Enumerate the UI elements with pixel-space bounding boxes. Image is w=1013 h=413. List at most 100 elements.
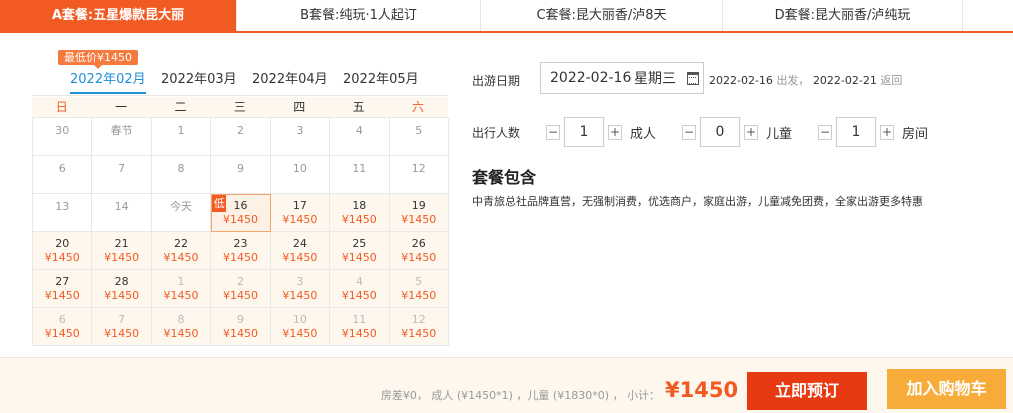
calendar-day-number: 20 — [55, 237, 70, 250]
package-tabs: A套餐:五星爆款昆大丽 B套餐:纯玩·1人起订 C套餐:昆大丽香/泸8天 D套餐… — [0, 0, 1013, 33]
calendar-day-price: ¥1450 — [401, 327, 437, 340]
calendar-day[interactable]: 19 ¥1450 — [389, 194, 449, 232]
calendar-day-price: ¥1450 — [163, 251, 199, 264]
calendar-day-price: ¥1450 — [222, 213, 258, 226]
calendar-day-number: 26 — [411, 237, 426, 250]
month-tab-may[interactable]: 2022年05月 — [343, 68, 419, 94]
calendar-day-price: ¥1450 — [44, 289, 80, 302]
room-stepper: − 1 + 房间 — [818, 117, 928, 147]
tab-package-d[interactable]: D套餐:昆大丽香/泸纯玩 — [723, 0, 963, 31]
calendar-day-number: 12 — [411, 313, 426, 326]
calendar-day[interactable]: 27 ¥1450 — [33, 270, 93, 308]
total-price: ¥1450 — [665, 378, 739, 402]
calendar-day[interactable]: 21 ¥1450 — [92, 232, 152, 270]
calendar-day: 5 — [389, 118, 449, 156]
departure-weekday: 星期三 — [634, 71, 676, 87]
weekday-label: 五 — [352, 100, 365, 114]
weekday-label: 二 — [174, 100, 187, 114]
package-includes-title: 套餐包含 — [472, 168, 537, 187]
adult-count-input[interactable]: 1 — [564, 117, 604, 147]
calendar-day-number: 22 — [174, 237, 189, 250]
calendar-day: 春节 — [92, 118, 152, 156]
calendar-day[interactable]: 18 ¥1450 — [330, 194, 390, 232]
tab-package-b[interactable]: B套餐:纯玩·1人起订 — [237, 0, 481, 31]
calendar-day-number: 1 — [177, 275, 185, 288]
child-count-input[interactable]: 0 — [700, 117, 740, 147]
calendar-day[interactable]: 25 ¥1450 — [330, 232, 390, 270]
weekday-label: 三 — [233, 100, 246, 114]
child-stepper: − 0 + 儿童 — [682, 117, 792, 147]
calendar-day[interactable]: 20 ¥1450 — [33, 232, 93, 270]
child-plus-button[interactable]: + — [744, 124, 758, 140]
adult-stepper: − 1 + 成人 — [546, 117, 656, 147]
calendar-day-number: 5 — [415, 124, 423, 137]
calendar-day[interactable]: 6 ¥1450 — [33, 308, 93, 346]
calendar-day[interactable]: 26 ¥1450 — [389, 232, 449, 270]
room-count-input[interactable]: 1 — [836, 117, 876, 147]
calendar-day-number: 10 — [292, 313, 307, 326]
calendar-day[interactable]: 2 ¥1450 — [211, 270, 271, 308]
calendar-day-number: 8 — [177, 313, 185, 326]
weekday-label: 四 — [293, 100, 306, 114]
calendar-day[interactable]: 7 ¥1450 — [92, 308, 152, 346]
calendar-day-price: ¥1450 — [104, 327, 140, 340]
calendar-day[interactable]: 11 ¥1450 — [330, 308, 390, 346]
calendar-day[interactable]: 23 ¥1450 — [211, 232, 271, 270]
month-tab-apr[interactable]: 2022年04月 — [252, 68, 328, 94]
room-minus-button[interactable]: − — [818, 124, 832, 140]
calendar-day[interactable]: 9 ¥1450 — [211, 308, 271, 346]
calendar-day[interactable]: 17 ¥1450 — [270, 194, 331, 232]
departure-label: 出游日期 — [472, 74, 521, 88]
calendar-day-number: 16 — [233, 199, 248, 212]
calendar-day: 8 — [151, 156, 212, 194]
calendar-day: 13 — [33, 194, 93, 232]
departure-date-value: 2022-02-16 — [550, 70, 632, 86]
adult-plus-button[interactable]: + — [608, 124, 622, 140]
trip-end-suffix: 返回 — [880, 74, 903, 87]
calendar-day-selected[interactable]: 低 16 ¥1450 — [211, 194, 271, 232]
departure-date-picker[interactable]: 2022-02-16 星期三 — [540, 62, 704, 94]
calendar-day-number: 5 — [415, 275, 423, 288]
package-description: 中青旅总社品牌直营，无强制消费，优选商户，家庭出游，儿童减免团费，全家出游更多特… — [472, 195, 923, 208]
room-plus-button[interactable]: + — [880, 124, 894, 140]
calendar-day-number: 25 — [352, 237, 367, 250]
calendar-day-number: 3 — [296, 124, 304, 137]
calendar-day: 今天 — [151, 194, 212, 232]
calendar-day-number: 21 — [114, 237, 129, 250]
calendar-day-number: 2 — [236, 275, 244, 288]
calendar-day-number: 2 — [236, 124, 244, 137]
calendar-day: 10 — [270, 156, 331, 194]
calendar-day-price: ¥1450 — [44, 327, 80, 340]
calendar-day-number: 1 — [177, 124, 185, 137]
adult-minus-button[interactable]: − — [546, 124, 560, 140]
calendar-day[interactable]: 5 ¥1450 — [389, 270, 449, 308]
calendar-day[interactable]: 8 ¥1450 — [151, 308, 212, 346]
calendar-day[interactable]: 4 ¥1450 — [330, 270, 390, 308]
tab-package-a[interactable]: A套餐:五星爆款昆大丽 — [0, 0, 237, 31]
calendar-day: 2 — [211, 118, 271, 156]
calendar-day-price: ¥1450 — [104, 251, 140, 264]
calendar-day-number: 6 — [58, 162, 66, 175]
trip-dates: 2022-02-16 出发， 2022-02-21 返回 — [709, 72, 902, 88]
calendar-day: 9 — [211, 156, 271, 194]
calendar-day-price: ¥1450 — [282, 213, 318, 226]
calendar-day[interactable]: 12 ¥1450 — [389, 308, 449, 346]
month-tab-mar[interactable]: 2022年03月 — [161, 68, 237, 94]
calendar-day[interactable]: 22 ¥1450 — [151, 232, 212, 270]
month-tab-feb[interactable]: 2022年02月 — [70, 68, 146, 94]
add-to-cart-button[interactable]: 加入购物车 — [887, 369, 1006, 409]
calendar-day[interactable]: 3 ¥1450 — [270, 270, 331, 308]
calendar-day-price: ¥1450 — [401, 213, 437, 226]
calendar-day[interactable]: 28 ¥1450 — [92, 270, 152, 308]
calendar-day-price: ¥1450 — [401, 289, 437, 302]
calendar-day[interactable]: 10 ¥1450 — [270, 308, 331, 346]
calendar-day[interactable]: 1 ¥1450 — [151, 270, 212, 308]
calendar-day: 7 — [92, 156, 152, 194]
tab-package-c[interactable]: C套餐:昆大丽香/泸8天 — [481, 0, 723, 31]
calendar-day-number: 8 — [177, 162, 185, 175]
trip-start-date: 2022-02-16 — [709, 74, 773, 87]
trip-end-date: 2022-02-21 — [812, 74, 877, 87]
child-minus-button[interactable]: − — [682, 124, 696, 140]
calendar-day[interactable]: 24 ¥1450 — [270, 232, 331, 270]
book-now-button[interactable]: 立即预订 — [747, 372, 867, 410]
